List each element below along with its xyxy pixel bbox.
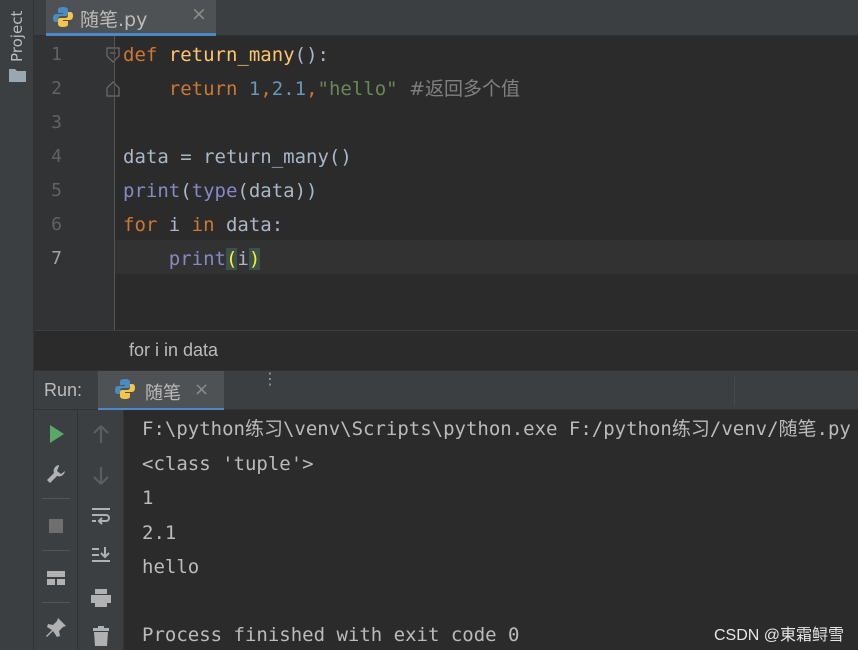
down-arrow-icon[interactable] [89, 464, 113, 488]
code-line-5: print(type(data)) [123, 174, 318, 208]
code-comment: #返回多个值 [409, 78, 520, 100]
rerun-icon[interactable] [44, 422, 68, 446]
print-icon[interactable] [89, 586, 113, 610]
trash-icon[interactable] [89, 624, 113, 648]
code-line-2: return 1,2.1,"hello" #返回多个值 [123, 72, 520, 106]
wrench-icon[interactable] [44, 462, 68, 486]
ide-window: Project 随笔.py × 1 2 3 4 5 6 7 def return… [0, 0, 858, 650]
keyword-in: in [191, 214, 215, 236]
layout-icon[interactable] [44, 566, 68, 590]
print-arg: i [237, 248, 249, 270]
console-line: <class 'tuple'> [142, 453, 314, 475]
toolbar-separator [42, 498, 70, 499]
console-line: 2.1 [142, 522, 177, 544]
builtin-print: print [168, 248, 226, 270]
loop-var: i [157, 214, 192, 236]
pin-icon[interactable] [44, 616, 68, 640]
code-rest: (data)) [237, 180, 318, 202]
line-number: 5 [51, 180, 62, 201]
toolbar-separator [42, 602, 70, 603]
console-line: 1 [142, 487, 154, 509]
run-tab-title: 随笔 [145, 383, 181, 404]
line-number: 4 [51, 146, 62, 167]
number-literal: 2.1 [271, 78, 307, 100]
run-toolbar-secondary [78, 410, 124, 650]
up-arrow-icon[interactable] [89, 422, 113, 446]
keyword-for: for [123, 214, 158, 236]
line-number-current: 7 [51, 248, 62, 269]
editor-tab-bar: 随笔.py × [34, 0, 858, 36]
line-number: 3 [51, 112, 62, 133]
number-literal: 1 [248, 78, 261, 100]
project-tool-button[interactable]: Project [8, 6, 26, 62]
scroll-to-end-icon[interactable] [89, 544, 113, 568]
folder-icon[interactable] [9, 68, 26, 82]
stop-icon[interactable] [44, 514, 68, 538]
line-number: 2 [51, 78, 62, 99]
options-menu-icon[interactable]: ⋮ [262, 371, 278, 387]
code-editor[interactable]: 1 2 3 4 5 6 7 def return_many(): return … [34, 36, 858, 330]
code-line-7: print(i) [123, 242, 261, 276]
code-rest: data: [214, 214, 284, 236]
code-line-1: def return_many(): [123, 38, 329, 72]
function-name: return_many [168, 44, 295, 66]
keyword-return: return [168, 78, 238, 100]
breadcrumb: for i in data [34, 330, 858, 370]
console-output[interactable]: F:\python练习\venv\Scripts\python.exe F:/p… [124, 410, 858, 650]
close-run-tab-icon[interactable]: × [194, 379, 209, 400]
code-area[interactable]: def return_many(): return 1,2.1,"hello" … [114, 36, 858, 330]
run-panel-header: Run: 随笔 × ⋮ [34, 370, 858, 411]
run-label: Run: [44, 380, 83, 400]
line-number-gutter: 1 2 3 4 5 6 7 [34, 36, 120, 330]
project-tool-strip: Project [0, 0, 34, 650]
breadcrumb-item[interactable]: for i in data [129, 340, 218, 361]
python-run-icon [115, 379, 135, 399]
keyword-def: def [123, 44, 158, 66]
builtin-print: print [123, 180, 181, 202]
run-toolbar-primary [34, 410, 78, 650]
line-number: 1 [51, 44, 62, 65]
string-literal: "hello" [317, 78, 398, 100]
builtin-type: type [191, 180, 238, 202]
toolbar-separator [42, 550, 70, 551]
paren: ( [180, 180, 192, 202]
header-divider [734, 377, 735, 405]
comma: , [306, 78, 318, 100]
code-punct: (): [294, 44, 329, 66]
editor-tab-title: 随笔.py [80, 9, 148, 31]
watermark: CSDN @東霜鲟雪 [713, 627, 844, 644]
editor-tab[interactable]: 随笔.py × [46, 0, 216, 36]
code-line-6: for i in data: [123, 208, 283, 242]
console-line: Process finished with exit code 0 [142, 624, 520, 646]
soft-wrap-icon[interactable] [89, 504, 113, 528]
console-line: F:\python练习\venv\Scripts\python.exe F:/p… [142, 418, 851, 440]
line-number: 6 [51, 214, 62, 235]
python-file-icon [53, 7, 73, 27]
console-line: hello [142, 556, 200, 578]
code-line-4: data = return_many() [123, 146, 352, 168]
comma: , [260, 78, 272, 100]
matched-paren: ) [248, 248, 261, 270]
close-tab-icon[interactable]: × [191, 3, 207, 25]
matched-paren: ( [225, 248, 238, 270]
run-config-tab[interactable]: 随笔 × [98, 371, 224, 411]
